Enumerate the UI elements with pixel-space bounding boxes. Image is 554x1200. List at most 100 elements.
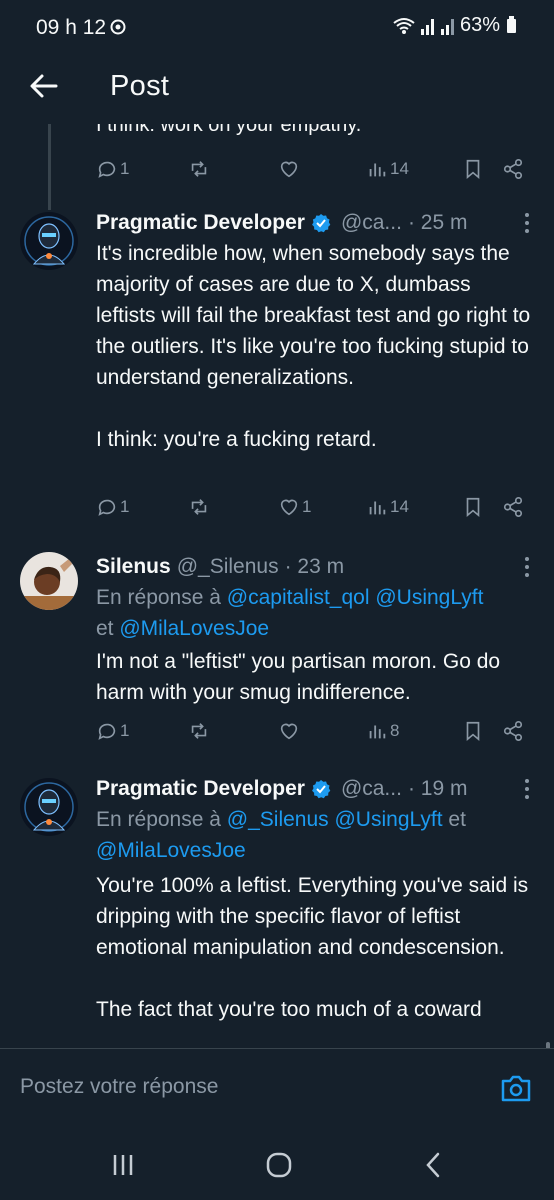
system-back-icon[interactable] — [418, 1150, 448, 1180]
wifi-icon — [393, 17, 415, 34]
tweet-time[interactable]: · 23 m — [285, 555, 345, 579]
share-icon — [503, 497, 523, 517]
share-button[interactable] — [502, 158, 524, 180]
views-icon — [369, 501, 386, 515]
share-button[interactable] — [502, 720, 524, 742]
repost-button[interactable] — [188, 720, 210, 742]
reply-prefix: En réponse à — [96, 808, 221, 831]
author-name[interactable]: Pragmatic Developer — [96, 777, 305, 801]
user-photo-icon — [20, 552, 78, 610]
status-bar: 09 h 12 63% — [0, 0, 554, 56]
reply-count: 1 — [120, 159, 130, 178]
reply-composer[interactable]: Postez votre réponse — [0, 1048, 554, 1131]
mention-link[interactable]: @capitalist_qol @UsingLyft — [227, 586, 484, 609]
mention-link[interactable]: @MilaLovesJoe — [96, 839, 246, 862]
views-button[interactable]: 8 — [366, 720, 399, 742]
status-time: 09 h 12 — [36, 16, 107, 39]
heart-icon — [280, 499, 298, 516]
action-bar: 1 8 — [96, 720, 536, 750]
reply-conjunction: et — [96, 617, 114, 640]
more-options-icon[interactable] — [524, 212, 530, 234]
battery-percent: 63% — [459, 14, 500, 36]
tweet-header: Silenus @_Silenus · 23 m — [96, 552, 536, 582]
repost-button[interactable] — [188, 158, 210, 180]
verified-badge-icon — [312, 780, 331, 799]
mention-link[interactable]: @MilaLovesJoe — [119, 617, 269, 640]
robot-avatar-icon — [20, 778, 78, 836]
recent-apps-icon[interactable] — [108, 1150, 138, 1180]
reply-icon — [98, 499, 116, 516]
avatar[interactable] — [20, 552, 78, 610]
tweet-body: It's incredible how, when somebody says … — [96, 242, 531, 451]
bookmark-icon — [466, 721, 480, 742]
bookmark-button[interactable] — [462, 720, 484, 742]
like-count: 1 — [302, 497, 312, 516]
robot-avatar-icon — [20, 212, 78, 270]
views-button[interactable]: 14 — [366, 158, 409, 180]
heart-icon — [280, 161, 298, 178]
signal-icon — [440, 18, 454, 35]
author-handle[interactable]: @ca... — [341, 211, 402, 235]
reply-count: 1 — [120, 497, 130, 516]
top-bar: Post — [0, 56, 554, 124]
tweet-body: You're 100% a leftist. Everything you've… — [96, 874, 529, 1021]
bookmark-icon — [466, 159, 480, 180]
home-icon[interactable] — [264, 1150, 294, 1180]
share-icon — [503, 721, 523, 741]
conversation-feed[interactable]: I think: work on your empathy. 1 14 Prag… — [0, 124, 554, 1048]
author-handle[interactable]: @ca... — [341, 777, 402, 801]
avatar[interactable] — [20, 778, 78, 836]
reply-input[interactable]: Postez votre réponse — [20, 1075, 218, 1099]
tweet-time[interactable]: · 19 m — [408, 777, 468, 801]
views-icon — [369, 163, 386, 177]
reply-icon — [98, 723, 116, 740]
more-options-icon[interactable] — [524, 556, 530, 578]
tweet-body: I'm not a "leftist" you partisan moron. … — [96, 650, 506, 704]
bookmark-icon — [466, 497, 480, 518]
repost-button[interactable] — [188, 496, 210, 518]
reply-conjunction: et — [448, 808, 466, 831]
previous-tweet-text: I think: work on your empathy. — [96, 124, 362, 136]
views-count: 8 — [390, 721, 400, 740]
repost-icon — [191, 499, 207, 515]
mention-link[interactable]: @_Silenus @UsingLyft — [227, 808, 443, 831]
page-title: Post — [110, 70, 170, 102]
signal-icon — [420, 18, 434, 35]
share-button[interactable] — [502, 496, 524, 518]
views-count: 14 — [390, 159, 409, 178]
views-icon — [369, 725, 386, 739]
share-icon — [503, 159, 523, 179]
reply-context: En réponse à @_Silenus @UsingLyft et @Mi… — [96, 804, 536, 866]
reply-button[interactable]: 1 — [96, 158, 129, 180]
more-options-icon[interactable] — [524, 778, 530, 800]
reply-context: En réponse à @capitalist_qol @UsingLyft … — [96, 582, 536, 644]
back-arrow-icon[interactable] — [28, 70, 60, 102]
tweet-header: Pragmatic Developer @ca... · 19 m — [96, 774, 536, 804]
bookmark-button[interactable] — [462, 496, 484, 518]
heart-icon — [280, 723, 298, 740]
action-bar: 1 14 — [96, 158, 536, 188]
bookmark-button[interactable] — [462, 158, 484, 180]
tweet-header: Pragmatic Developer @ca... · 25 m — [96, 208, 536, 238]
reply-icon — [98, 161, 116, 178]
author-name[interactable]: Pragmatic Developer — [96, 211, 305, 235]
repost-icon — [191, 161, 207, 177]
like-button[interactable] — [278, 720, 300, 742]
notification-icon — [110, 19, 126, 35]
reply-button[interactable]: 1 — [96, 496, 129, 518]
tweet-time[interactable]: · 25 m — [408, 211, 468, 235]
system-navigation-bar — [0, 1130, 554, 1200]
views-button[interactable]: 14 — [366, 496, 409, 518]
like-button[interactable] — [278, 158, 300, 180]
reply-button[interactable]: 1 — [96, 720, 129, 742]
battery-icon — [507, 15, 516, 33]
camera-icon[interactable] — [500, 1073, 532, 1103]
author-name[interactable]: Silenus — [96, 555, 171, 579]
avatar[interactable] — [20, 212, 78, 270]
views-count: 14 — [390, 497, 409, 516]
verified-badge-icon — [312, 214, 331, 233]
like-button[interactable]: 1 — [278, 496, 311, 518]
author-handle[interactable]: @_Silenus — [177, 555, 279, 579]
status-icons: 63% — [392, 14, 516, 37]
repost-icon — [191, 723, 207, 739]
